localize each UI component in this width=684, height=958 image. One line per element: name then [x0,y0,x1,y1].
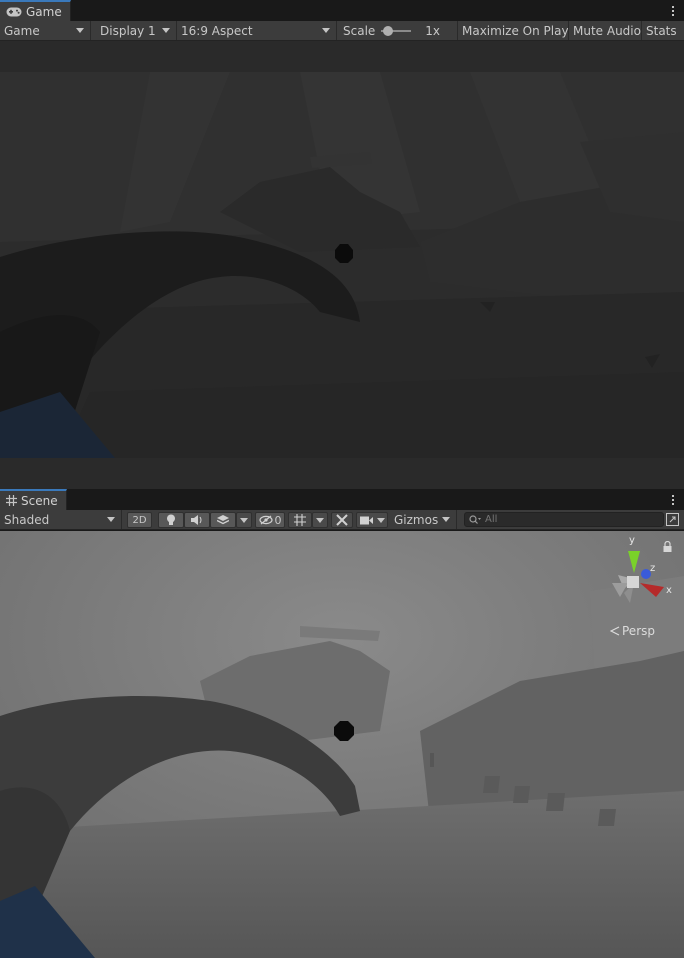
scene-target-marker [334,721,354,741]
projection-toggle[interactable]: Persp [610,624,655,638]
chevron-down-icon [240,517,248,523]
game-render [0,72,684,458]
grid-snap-dropdown[interactable] [312,512,328,528]
gizmos-label: Gizmos [394,512,439,527]
grid-icon [6,495,17,506]
tools-button[interactable] [331,512,353,528]
scene-render [0,531,684,958]
2d-toggle-button[interactable]: 2D [127,512,152,528]
gamepad-icon [6,7,22,16]
lightbulb-icon [167,514,175,525]
game-display-mode-value: Game [4,23,40,38]
lock-icon [663,540,672,552]
scale-value: 1x [425,23,441,38]
tab-scene[interactable]: Scene [0,489,67,510]
scale-slider[interactable] [381,25,412,37]
scale-label: Scale [343,23,376,38]
hidden-objects-toggle[interactable]: 0 [255,512,285,528]
game-view[interactable] [0,72,684,458]
game-tabstrip: Game [0,0,684,21]
scale-control: Scale 1x [337,21,458,40]
chevron-down-icon [442,517,450,522]
gizmos-dropdown[interactable]: Gizmos [390,510,457,529]
mute-audio-label: Mute Audio [573,23,641,38]
gizmo-x-label: x [666,585,672,596]
hidden-count: 0 [274,513,282,527]
game-panel-menu-icon[interactable] [666,2,680,20]
scene-toolbar: Shaded 2D 0 Gizmos All [0,510,684,530]
speaker-icon [191,515,202,525]
chevron-down-icon [76,28,84,33]
gizmo-y-label: y [629,535,635,546]
2d-label: 2D [132,514,147,526]
draw-mode-value: Shaded [4,512,50,527]
layers-icon [217,514,229,524]
game-letterbox-top [0,41,684,72]
game-target-marker [335,244,353,263]
effects-dropdown[interactable] [236,512,252,528]
maximize-on-play-label: Maximize On Play [462,23,569,38]
scene-panel-menu-icon[interactable] [666,491,680,509]
audio-toggle-button[interactable] [184,512,210,528]
scene-view[interactable]: y x z Persp [0,531,684,958]
game-display-mode-dropdown[interactable]: Game [0,21,91,40]
chevron-down-icon [107,517,115,522]
scale-slider-thumb[interactable] [382,25,393,36]
chevron-down-icon [162,28,170,33]
stats-toggle[interactable]: Stats [642,21,684,40]
tab-game-label: Game [26,4,62,19]
tab-scene-label: Scene [21,493,58,508]
camera-settings-dropdown[interactable] [356,512,388,528]
display-dropdown[interactable]: Display 1 [91,21,177,40]
scene-search-input[interactable] [485,514,645,525]
effects-toggle-button[interactable] [210,512,236,528]
grid-snap-button[interactable] [288,512,312,528]
perspective-icon [610,626,620,636]
search-icon [469,515,481,524]
aspect-dropdown[interactable]: 16:9 Aspect [177,21,337,40]
gizmo-lock-button[interactable] [663,540,672,552]
tools-icon [336,514,348,526]
lighting-toggle-button[interactable] [158,512,184,528]
display-value: Display 1 [100,23,156,38]
scene-maximize-button[interactable] [666,513,679,526]
expand-icon [666,513,679,526]
projection-label: Persp [622,624,655,638]
chevron-down-icon [322,28,330,33]
chevron-down-icon [376,517,385,523]
scene-search-field[interactable] [464,512,664,527]
scene-tabstrip: Scene [0,489,684,510]
eye-slash-icon [258,515,273,525]
tab-game[interactable]: Game [0,0,71,21]
draw-mode-dropdown[interactable]: Shaded [0,510,122,529]
stats-label: Stats [646,23,677,38]
chevron-down-icon [316,517,324,523]
maximize-on-play-toggle[interactable]: Maximize On Play [458,21,569,40]
camera-icon [359,516,373,524]
game-toolbar: Game Display 1 16:9 Aspect Scale 1x Maxi… [0,21,684,41]
aspect-value: 16:9 Aspect [181,23,253,38]
mute-audio-toggle[interactable]: Mute Audio [569,21,642,40]
grid-snap-icon [294,514,306,526]
gizmo-z-label: z [650,563,656,574]
game-letterbox-bottom [0,458,684,489]
